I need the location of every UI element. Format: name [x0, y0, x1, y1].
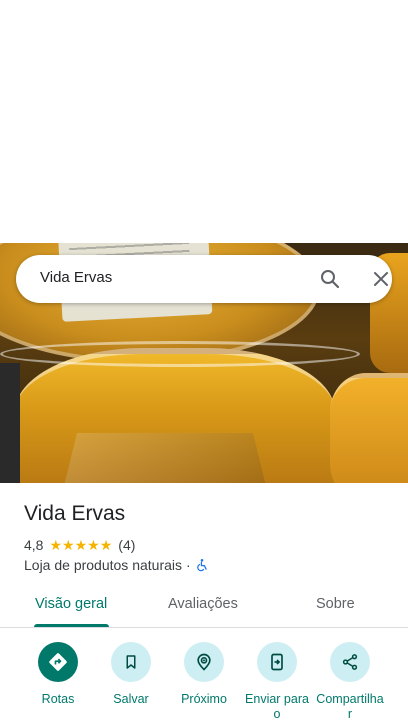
nearby-label: Próximo	[181, 692, 227, 706]
place-category: Loja de produtos naturais	[24, 557, 182, 573]
tab-overview[interactable]: Visão geral	[35, 596, 107, 612]
category-row: Loja de produtos naturais ·	[24, 556, 209, 574]
action-bar: Rotas Salvar Próximo Enviar para o Compa…	[0, 640, 408, 726]
save-button[interactable]: Salvar	[91, 642, 171, 707]
tab-about[interactable]: Sobre	[316, 596, 355, 612]
review-count[interactable]: (4)	[118, 537, 135, 553]
send-to-phone-label: Enviar para o	[245, 692, 309, 721]
save-label: Salvar	[113, 692, 149, 706]
place-name: Vida Ervas	[24, 502, 126, 525]
search-icon[interactable]	[318, 267, 342, 291]
share-label: Compartilhar	[316, 692, 384, 721]
photo-jar-rim	[0, 341, 360, 367]
photo-shadow-left	[0, 363, 20, 483]
nearby-button-circle[interactable]	[184, 642, 224, 682]
directions-label: Rotas	[41, 692, 75, 706]
directions-icon	[49, 653, 67, 671]
share-icon	[342, 654, 358, 670]
star-icon: ★	[87, 537, 100, 553]
search-bar[interactable]: Vida Ervas	[16, 255, 392, 303]
send-to-phone-icon	[271, 653, 283, 671]
close-icon[interactable]	[369, 267, 393, 291]
search-query[interactable]: Vida Ervas	[40, 269, 112, 286]
photo-jar-facet	[55, 433, 275, 483]
directions-button-circle[interactable]	[38, 642, 78, 682]
place-details-screen: Vida Ervas Vida Ervas 4,8 ★ ★ ★ ★ ★ (4) …	[0, 0, 408, 726]
tab-bar: Visão geral Avaliações Sobre	[0, 584, 408, 628]
nearby-icon	[197, 653, 211, 671]
star-icon: ★	[74, 537, 88, 553]
star-icon: ★	[99, 537, 113, 553]
star-icon: ★	[49, 537, 63, 553]
share-button[interactable]: Compartilhar	[310, 642, 390, 722]
rating-value: 4,8	[24, 537, 44, 553]
star-icon: ★	[62, 537, 75, 553]
separator-dot: ·	[186, 557, 191, 573]
send-to-phone-button[interactable]: Enviar para o	[237, 642, 317, 722]
wheelchair-accessible-icon	[196, 559, 207, 572]
photo-jar-right	[330, 373, 408, 483]
save-button-circle[interactable]	[111, 642, 151, 682]
active-tab-indicator	[34, 624, 109, 627]
share-button-circle[interactable]	[330, 642, 370, 682]
nearby-button[interactable]: Próximo	[164, 642, 244, 707]
tab-reviews[interactable]: Avaliações	[168, 596, 238, 612]
bookmark-icon	[126, 655, 136, 669]
rating-row[interactable]: 4,8 ★ ★ ★ ★ ★ (4)	[24, 537, 135, 553]
send-to-phone-button-circle[interactable]	[257, 642, 297, 682]
directions-button[interactable]: Rotas	[18, 642, 98, 707]
star-rating: ★ ★ ★ ★ ★	[49, 538, 112, 552]
